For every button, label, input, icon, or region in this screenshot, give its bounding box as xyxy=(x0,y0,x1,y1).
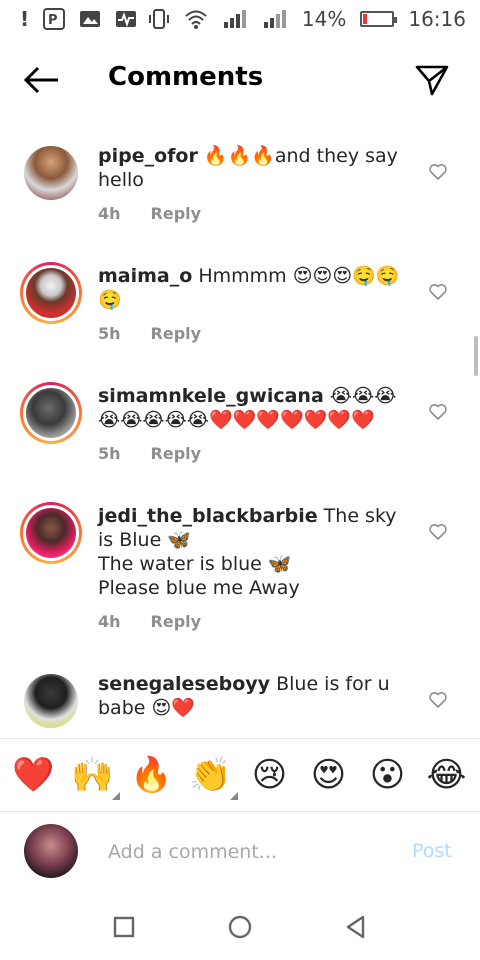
reaction-emoji: 👏 xyxy=(189,755,232,795)
reaction-heart-eyes[interactable]: 😍 xyxy=(304,758,354,792)
reaction-raised-hands[interactable]: 🙌 xyxy=(68,755,120,800)
home-icon[interactable] xyxy=(227,914,253,940)
comment-text: maima_o Hmmmm 😍😍😍🤤🤤🤤 xyxy=(98,264,416,312)
heart-icon[interactable] xyxy=(428,282,448,302)
wifi-icon xyxy=(185,10,207,29)
avatar[interactable] xyxy=(20,382,82,444)
comment-text: jedi_the_blackbarbie The sky is Blue 🦋 T… xyxy=(98,504,416,600)
comment-meta: 5h Reply xyxy=(98,444,201,463)
comment-username[interactable]: simamnkele_gwicana xyxy=(98,385,324,407)
battery-percent: 14% xyxy=(301,7,347,31)
skin-tone-indicator xyxy=(111,792,120,800)
comment-username[interactable]: senegaleseboyy xyxy=(98,673,270,695)
comment-text: pipe_ofor 🔥🔥🔥and they say hello xyxy=(98,144,416,192)
comment-time: 5h xyxy=(98,324,121,343)
comment-meta: 4h Reply xyxy=(98,204,201,223)
signal-icon xyxy=(223,10,246,28)
activity-icon xyxy=(116,11,137,28)
vibrate-icon xyxy=(148,9,169,29)
avatar[interactable] xyxy=(24,146,78,200)
status-right: 14% 16:16 xyxy=(148,7,466,31)
reply-button[interactable]: Reply xyxy=(151,324,202,343)
avatar[interactable] xyxy=(20,262,82,324)
page-title: Comments xyxy=(108,62,264,92)
comment-meta: 4h Reply xyxy=(98,612,201,631)
alert-icon: ! xyxy=(20,7,30,31)
quick-reactions-bar: ❤️ 🙌 🔥 👏 😢 😍 😮 😂 xyxy=(0,738,480,812)
avatar[interactable] xyxy=(20,502,82,564)
reply-button[interactable]: Reply xyxy=(151,612,202,631)
avatar-image xyxy=(26,268,76,318)
heart-icon[interactable] xyxy=(428,690,448,710)
p-icon: P xyxy=(43,8,66,30)
reaction-cry[interactable]: 😢 xyxy=(245,758,295,792)
arrow-left-icon[interactable] xyxy=(22,64,62,96)
signal-icon xyxy=(263,10,286,28)
image-icon xyxy=(80,11,101,27)
reaction-clap[interactable]: 👏 xyxy=(186,755,238,800)
comment-time: 4h xyxy=(98,204,121,223)
comment-username[interactable]: maima_o xyxy=(98,265,192,287)
reaction-fire[interactable]: 🔥 xyxy=(127,758,177,792)
avatar[interactable] xyxy=(24,824,78,878)
add-comment-row: Post xyxy=(0,820,480,886)
avatar-image xyxy=(26,508,76,558)
comment-time: 4h xyxy=(98,612,121,631)
comment-input[interactable] xyxy=(108,836,398,868)
avatar[interactable] xyxy=(24,674,78,728)
comment-username[interactable]: pipe_ofor xyxy=(98,145,198,167)
clock: 16:16 xyxy=(408,7,466,31)
comment-text: senegaleseboyy Blue is for u babe 😍❤️ xyxy=(98,672,416,720)
svg-text:P: P xyxy=(48,13,58,28)
reaction-emoji: 🙌 xyxy=(71,755,114,795)
comment-meta: 5h Reply xyxy=(98,324,201,343)
heart-icon[interactable] xyxy=(428,522,448,542)
back-icon[interactable] xyxy=(343,914,369,940)
reply-button[interactable]: Reply xyxy=(151,204,202,223)
reaction-heart[interactable]: ❤️ xyxy=(9,758,59,792)
system-nav-bar xyxy=(0,894,480,960)
comment-text: simamnkele_gwicana 😭😭😭😭😭😭😭😭❤️❤️❤️❤️❤️❤️❤… xyxy=(98,384,416,432)
battery-icon xyxy=(360,11,398,27)
reaction-surprised[interactable]: 😮 xyxy=(363,758,413,792)
battery-fill xyxy=(363,14,368,24)
comments-list[interactable]: pipe_ofor 🔥🔥🔥and they say hello 4h Reply … xyxy=(0,110,480,736)
heart-icon[interactable] xyxy=(428,162,448,182)
paper-plane-icon[interactable] xyxy=(414,62,450,98)
status-left: ! P xyxy=(20,8,137,30)
post-button[interactable]: Post xyxy=(412,840,452,862)
reply-button[interactable]: Reply xyxy=(151,444,202,463)
comment-username[interactable]: jedi_the_blackbarbie xyxy=(98,505,318,527)
recent-apps-icon[interactable] xyxy=(111,914,137,940)
scrollbar[interactable] xyxy=(474,336,478,376)
skin-tone-indicator xyxy=(229,792,238,800)
avatar-image xyxy=(26,388,76,438)
comment-time: 5h xyxy=(98,444,121,463)
status-bar: ! P 14% 16:16 xyxy=(0,0,480,38)
reaction-laughing[interactable]: 😂 xyxy=(422,758,472,792)
header: Comments xyxy=(0,50,480,108)
heart-icon[interactable] xyxy=(428,402,448,422)
